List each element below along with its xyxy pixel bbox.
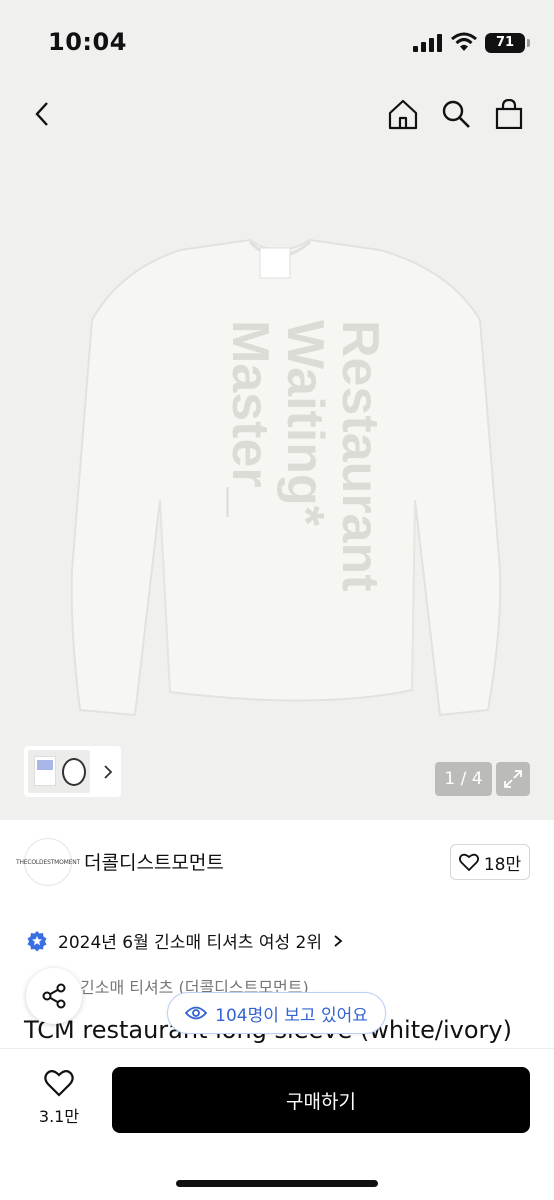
image-thumbnail[interactable]	[24, 746, 121, 797]
top-nav	[0, 90, 554, 140]
shop-logo[interactable]: THECOLDESTMOMENT	[16, 838, 80, 886]
print-line-2: Waiting*	[276, 320, 334, 527]
bottom-action-bar: 3.1만 구매하기	[0, 1048, 554, 1200]
expand-button[interactable]	[496, 762, 530, 796]
search-icon	[442, 100, 470, 128]
home-indicator	[176, 1180, 378, 1187]
shop-like-button[interactable]: 18만	[450, 844, 530, 880]
wishlist-count: 3.1만	[38, 1107, 80, 1126]
chevron-right-icon	[104, 764, 113, 779]
star-badge-icon	[27, 930, 47, 951]
battery-cap	[527, 39, 530, 47]
viewers-text: 104명이 보고 있어요	[215, 1005, 368, 1026]
status-bar: 10:04 71	[0, 0, 554, 90]
shopping-bag-icon	[495, 99, 523, 129]
share-button[interactable]	[26, 968, 82, 1024]
battery-icon: 71	[485, 33, 525, 53]
shop-name[interactable]: 더콜디스트모먼트	[84, 848, 224, 875]
shop-row[interactable]: THECOLDESTMOMENT 더콜디스트모먼트 18만	[16, 836, 530, 888]
shirt-print: Restaurant Waiting* Master_	[221, 320, 450, 700]
viewers-badge: 104명이 보고 있어요	[167, 992, 386, 1034]
ranking-link[interactable]: 2024년 6월 긴소매 티셔츠 여성 2위	[26, 928, 344, 953]
shop-like-count: 18만	[483, 854, 522, 875]
wishlist-button[interactable]: 3.1만	[24, 1069, 94, 1133]
cart-button[interactable]	[489, 94, 529, 134]
expand-icon	[504, 770, 522, 788]
ranking-text: 2024년 6월 긴소매 티셔츠 여성 2위	[58, 933, 322, 953]
home-button[interactable]	[383, 94, 423, 134]
chevron-right-icon	[334, 934, 343, 947]
share-icon	[42, 983, 66, 1009]
status-time: 10:04	[48, 28, 127, 56]
search-button[interactable]	[436, 94, 476, 134]
print-line-1: Restaurant	[331, 320, 389, 592]
cellular-signal-icon	[413, 34, 442, 52]
eye-icon	[185, 1006, 208, 1020]
thumbnail-image	[28, 750, 90, 793]
product-image[interactable]: Restaurant Waiting* Master_	[20, 170, 534, 740]
print-line-3: Master_	[221, 320, 279, 517]
back-button[interactable]	[22, 94, 62, 134]
wifi-icon	[451, 32, 477, 51]
home-icon	[388, 99, 418, 130]
image-counter: 1 / 4	[435, 762, 492, 796]
buy-button[interactable]: 구매하기	[112, 1067, 530, 1133]
chevron-left-icon	[35, 102, 48, 126]
heart-icon	[44, 1070, 74, 1097]
heart-icon	[458, 853, 479, 871]
